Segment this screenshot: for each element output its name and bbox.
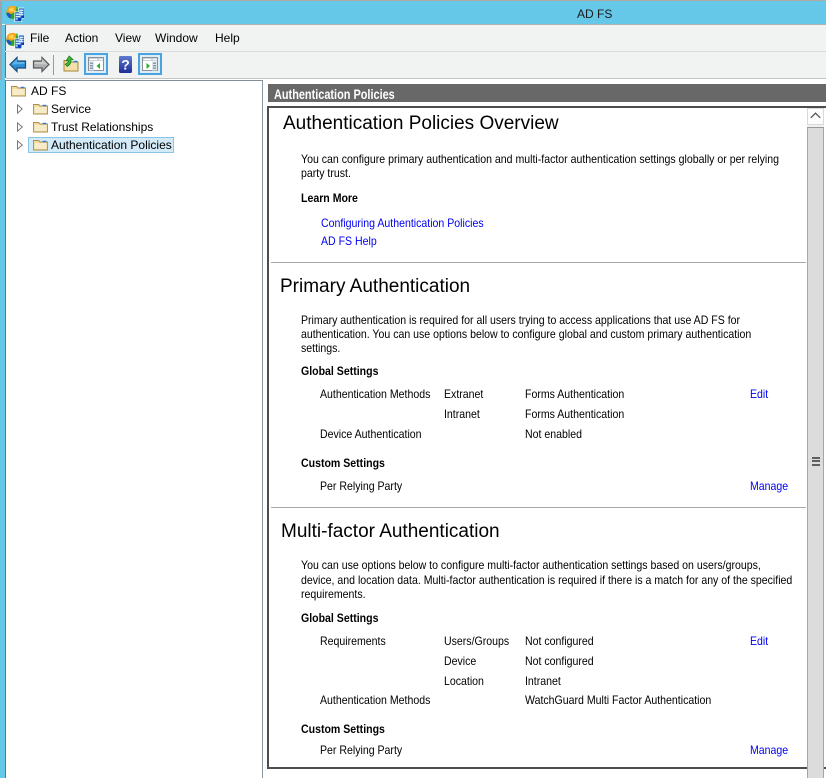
svg-text:?: ? bbox=[121, 57, 130, 73]
